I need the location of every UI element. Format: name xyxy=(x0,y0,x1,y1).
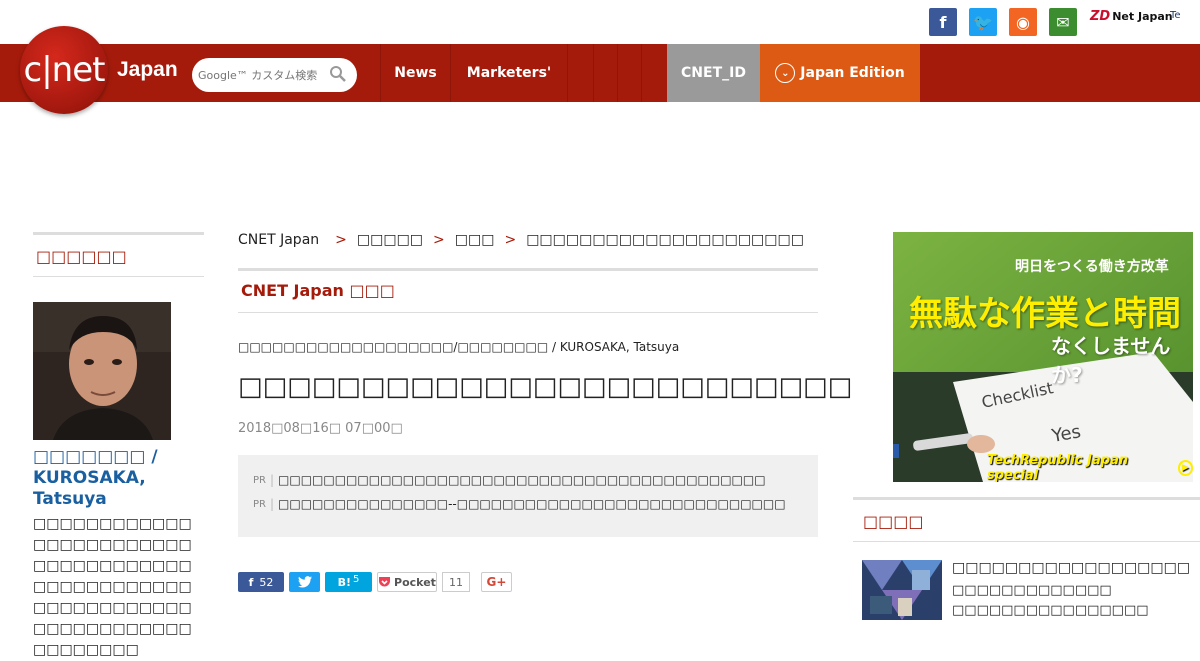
nav-blank-3[interactable] xyxy=(617,44,641,102)
pr-divider: | xyxy=(269,497,275,511)
logo-japan-label[interactable]: Japan xyxy=(117,58,178,82)
author-name-link[interactable]: □□□□□□□ / KUROSAKA, Tatsuya xyxy=(33,447,208,510)
hatena-bookmark-button[interactable]: B! 5 xyxy=(325,572,372,592)
search-input[interactable] xyxy=(198,68,326,82)
nav-cnet-id[interactable]: CNET_ID xyxy=(667,44,760,102)
facebook-share-button[interactable]: f 52 xyxy=(238,572,284,592)
pr-link[interactable]: □□□□□□□□□□□□□□□--□□□□□□□□□□□□□□□□□□□□□□□… xyxy=(278,497,786,511)
rss-icon[interactable]: ◉ xyxy=(1009,8,1037,36)
ad-banner[interactable]: Checklist Yes 明日をつくる働き方改革 無駄な作業と時間 なくしませ… xyxy=(893,232,1193,482)
mail-icon[interactable]: ✉ xyxy=(1049,8,1077,36)
share-buttons: f 52 B! 5 Pocket 11 G+ xyxy=(238,572,512,592)
nav-blank-1[interactable] xyxy=(567,44,593,102)
author-sidebar: □□□□□□ xyxy=(33,232,204,277)
nav-edition[interactable]: ⌄ Japan Edition xyxy=(760,44,920,102)
pocket-button[interactable]: Pocket xyxy=(377,572,437,592)
article-byline[interactable]: □□□□□□□□□□□□□□□□□□□/□□□□□□□□ / KUROSAKA,… xyxy=(238,340,679,354)
pr-divider: | xyxy=(269,473,275,487)
facebook-icon[interactable]: f xyxy=(929,8,957,36)
nav-marketers[interactable]: Marketers' xyxy=(450,44,567,102)
nav-blank-2[interactable] xyxy=(593,44,617,102)
search-icon[interactable] xyxy=(329,65,347,83)
section-title[interactable]: CNET Japan □□□ xyxy=(241,281,395,300)
ad-brand-label: TechRepublic Japan special xyxy=(987,453,1129,482)
twitter-share-button[interactable] xyxy=(289,572,320,592)
nav-news[interactable]: News xyxy=(380,44,450,102)
author-bio: □□□□□□□□□□□□□□□□□□□□□□□□□□□□□□□□□□□□□□□□… xyxy=(33,516,192,658)
breadcrumb-separator: > xyxy=(335,232,347,248)
breadcrumb: CNET Japan > □□□□□ > □□□ > □□□□□□□□□□□□□… xyxy=(238,232,804,248)
pocket-label: Pocket xyxy=(394,575,436,589)
google-plus-button[interactable]: G+ xyxy=(481,572,512,592)
pr-label: PR xyxy=(253,474,266,486)
zdnet-label: Net Japan xyxy=(1112,10,1173,23)
zdnet-logo: ZD xyxy=(1090,9,1111,24)
right-article-title[interactable]: □□□□□□□□□□□□□□□□□□ xyxy=(952,560,1190,576)
arrow-right-icon: ▶ xyxy=(1177,460,1193,476)
pocket-count: 11 xyxy=(442,572,470,592)
breadcrumb-item-3[interactable]: □□□ xyxy=(455,232,495,248)
right-section-title: □□□□ xyxy=(853,500,1200,542)
article-thumbnail[interactable] xyxy=(862,560,942,620)
breadcrumb-item-2[interactable]: □□□□□ xyxy=(357,232,423,248)
pr-label: PR xyxy=(253,498,266,510)
pr-item[interactable]: PR | □□□□□□□□□□□□□□□--□□□□□□□□□□□□□□□□□□… xyxy=(253,497,818,511)
facebook-icon: f xyxy=(248,575,254,589)
right-article-sub: □□□□□□□□□□□□□ xyxy=(952,583,1112,598)
ad-subheadline: なくしませんか? xyxy=(1051,334,1171,387)
pr-item[interactable]: PR | □□□□□□□□□□□□□□□□□□□□□□□□□□□□□□□□□□□… xyxy=(253,473,818,487)
twitter-icon[interactable]: 🐦 xyxy=(969,8,997,36)
twitter-icon xyxy=(297,576,312,588)
ad-tagline: 明日をつくる働き方改革 xyxy=(1015,259,1169,275)
hatena-count: 5 xyxy=(353,573,360,585)
facebook-share-count: 52 xyxy=(259,575,274,589)
nav-blank-4[interactable] xyxy=(641,44,667,102)
edition-label: Japan Edition xyxy=(800,65,905,81)
pr-box: PR | □□□□□□□□□□□□□□□□□□□□□□□□□□□□□□□□□□□… xyxy=(238,455,818,537)
breadcrumb-current: □□□□□□□□□□□□□□□□□□□□□ xyxy=(526,232,804,248)
article-date: 2018□08□16□ 07□00□ xyxy=(238,421,403,436)
pr-link[interactable]: □□□□□□□□□□□□□□□□□□□□□□□□□□□□□□□□□□□□□□□□… xyxy=(278,473,766,487)
ad-headline: 無駄な作業と時間 xyxy=(909,294,1181,334)
chevron-down-icon: ⌄ xyxy=(775,63,796,83)
author-photo[interactable] xyxy=(33,302,171,440)
zdnet-japan-link[interactable]: ZD Net Japan xyxy=(1090,9,1173,24)
pocket-icon xyxy=(379,577,391,587)
divider xyxy=(238,312,818,313)
breadcrumb-separator: > xyxy=(433,232,445,248)
sidebar-section-title: □□□□□□ xyxy=(33,235,204,277)
top-bar: f 🐦 ◉ ✉ ZD Net Japan Te xyxy=(0,0,1200,44)
article-headline: □□□□□□□□□□□□□□□□□□□□□□□□□ xyxy=(238,372,853,402)
hatena-label: B! xyxy=(337,575,352,589)
divider xyxy=(238,268,818,271)
breadcrumb-separator: > xyxy=(504,232,517,248)
techrepublic-link[interactable]: Te xyxy=(1170,10,1181,21)
search-box[interactable] xyxy=(192,58,357,92)
right-section: □□□□ xyxy=(853,497,1200,542)
ad-brand: TechRepublic Japan special ▶ xyxy=(987,453,1193,482)
right-article-sub: □□□□□□□□□□□□□□□□ xyxy=(952,603,1149,618)
breadcrumb-home[interactable]: CNET Japan xyxy=(238,232,319,248)
cnet-logo[interactable]: c|net xyxy=(20,26,108,114)
